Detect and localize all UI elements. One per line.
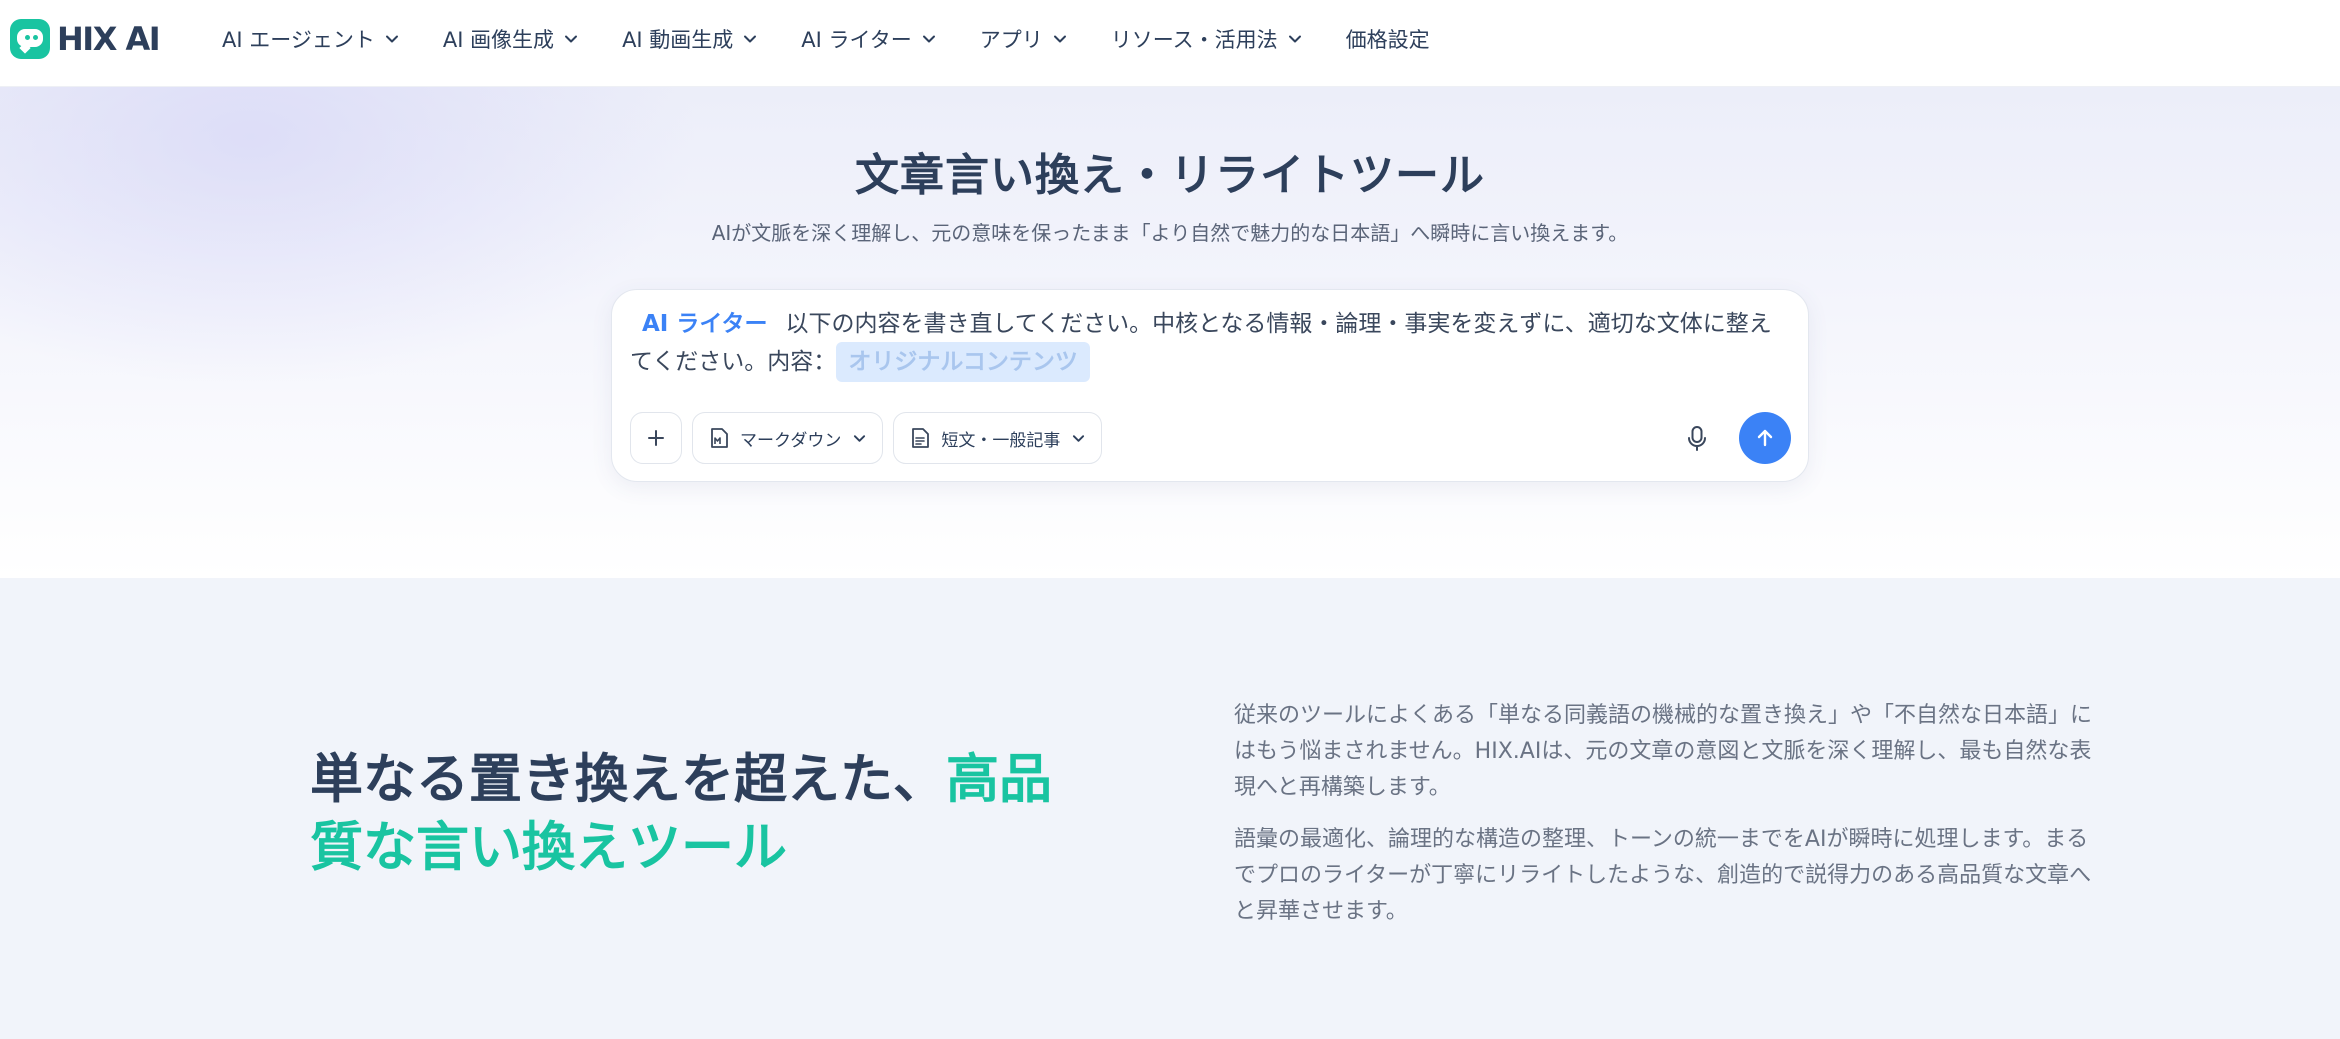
nav-item-label: アプリ [979,28,1043,52]
feature-section: 単なる置き換えを超えた、高品質な言い換えツール 従来のツールによくある「単なる同… [0,578,2340,1039]
ai-writer-tag[interactable]: AI ライター [642,311,767,337]
site-header: HIX AI AI エージェント AI 画像生成 AI 動画生成 AI ライター… [0,0,2340,87]
hero-section: 文章言い換え・リライトツール AIが文脈を深く理解し、元の意味を保ったまま「より… [0,87,2340,578]
document-icon [912,428,930,448]
microphone-icon[interactable] [1684,424,1710,454]
nav-item-label: AI 画像生成 [442,28,555,52]
chevron-down-icon [854,434,866,442]
chevron-down-icon [385,35,398,43]
page-title: 文章言い換え・リライトツール [855,150,1485,201]
logo-icon [10,19,50,59]
nav-item-apps[interactable]: アプリ [980,24,1067,54]
feature-paragraph-2: 語彙の最適化、論理的な構造の整理、トーンの統一までをAIが瞬時に処理します。まる… [1234,827,2092,924]
feature-paragraph-1: 従来のツールによくある「単なる同義語の機械的な置き換え」や「不自然な日本語」には… [1234,703,2093,800]
nav-item-ai-writer[interactable]: AI ライター [801,24,935,54]
length-select-label: 短文・一般記事 [941,430,1061,451]
feature-title-main: 単なる置き換えを超えた、 [310,749,946,810]
nav-item-ai-video[interactable]: AI 動画生成 [622,24,757,54]
nav-item-label: 価格設定 [1345,28,1430,52]
original-content-chip[interactable]: オリジナルコンテンツ [836,342,1090,382]
nav-item-label: AI エージェント [222,28,375,52]
chevron-down-icon [744,35,757,43]
chevron-down-icon [1053,35,1066,43]
chevron-down-icon [1073,434,1085,442]
chevron-down-icon [565,35,578,43]
prompt-instruction: 以下の内容を書き直してください。中核となる情報・論理・事実を変えずに、適切な文体… [630,311,1772,375]
nav-item-label: AI ライター [801,28,912,52]
feature-description: 従来のツールによくある「単なる同義語の機械的な置き換え」や「不自然な日本語」には… [1234,698,2104,930]
page-subtitle: AIが文脈を深く理解し、元の意味を保ったまま「より自然で魅力的な日本語」へ瞬時に… [711,221,1629,245]
logo-text: HIX AI [57,20,161,58]
main-nav: AI エージェント AI 画像生成 AI 動画生成 AI ライター アプリ リソ… [222,0,1474,78]
prompt-input[interactable]: AI ライター 以下の内容を書き直してください。中核となる情報・論理・事実を変えず… [630,306,1790,382]
nav-item-resources[interactable]: リソース・活用法 [1111,24,1302,54]
chevron-down-icon [1288,35,1301,43]
format-select[interactable]: マークダウン [692,412,884,464]
chevron-down-icon [922,35,935,43]
nav-item-label: リソース・活用法 [1110,28,1278,52]
nav-item-ai-agent[interactable]: AI エージェント [222,24,399,54]
feature-title: 単なる置き換えを超えた、高品質な言い換えツール [310,746,1090,882]
send-button[interactable] [1739,412,1791,464]
prompt-box[interactable]: AI ライター 以下の内容を書き直してください。中核となる情報・論理・事実を変えず… [611,289,1809,482]
format-select-label: マークダウン [740,430,842,451]
prompt-toolbar: マークダウン 短文・一般記事 [630,412,1112,464]
arrow-up-icon [1757,429,1773,447]
length-select[interactable]: 短文・一般記事 [893,412,1103,464]
logo[interactable]: HIX AI [10,17,161,61]
markdown-file-icon [711,428,728,448]
plus-icon [648,430,664,446]
nav-item-ai-image[interactable]: AI 画像生成 [443,24,578,54]
nav-item-pricing[interactable]: 価格設定 [1346,24,1430,54]
add-attachment-button[interactable] [630,412,682,464]
nav-item-label: AI 動画生成 [622,28,734,52]
